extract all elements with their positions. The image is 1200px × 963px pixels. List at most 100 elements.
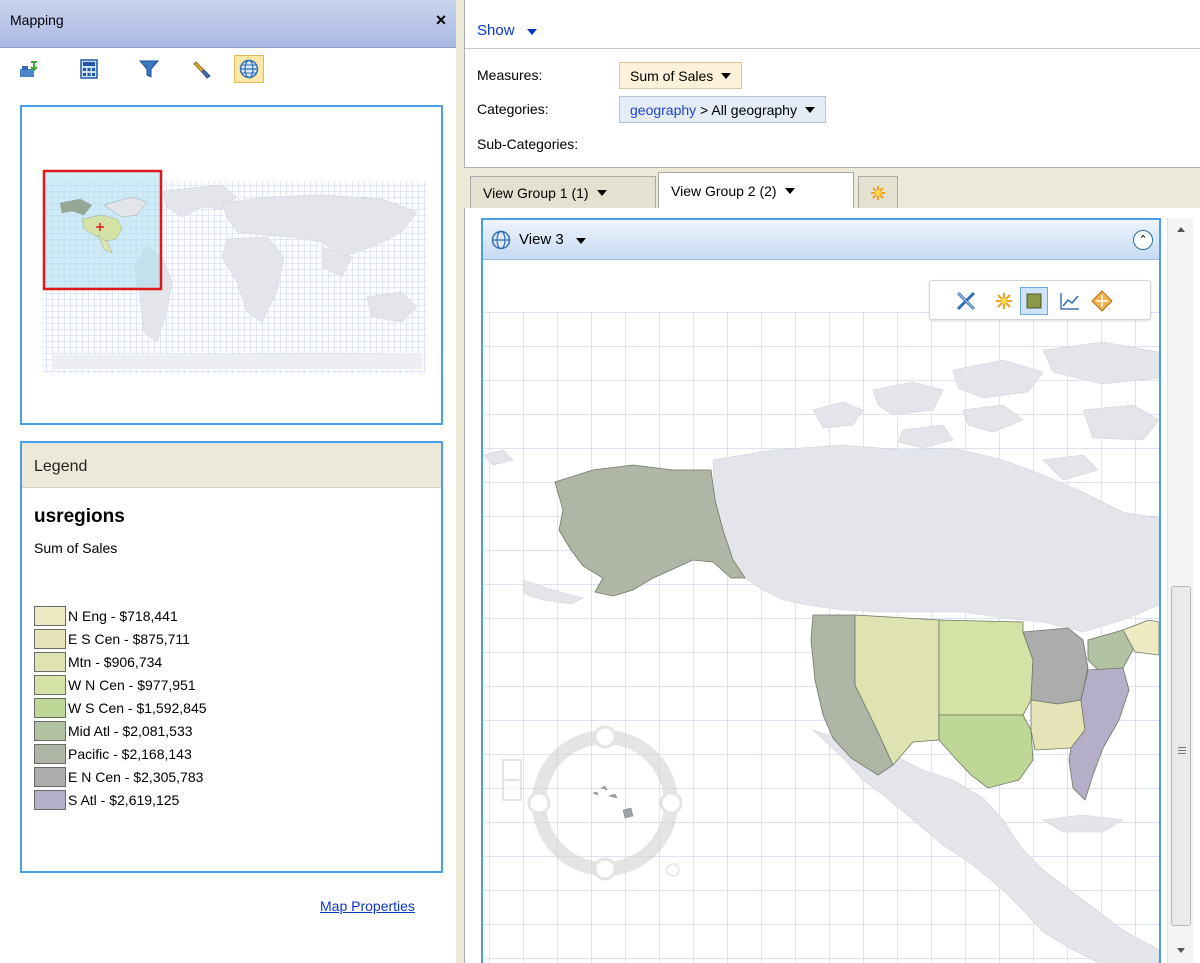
map-properties-link[interactable]: Map Properties [320, 898, 415, 914]
legend-item-label: S Atl - $2,619,125 [68, 791, 180, 808]
legend-swatch [34, 766, 66, 787]
line-chart-tool-button[interactable] [1056, 287, 1084, 315]
legend-swatch [34, 697, 66, 718]
show-dropdown[interactable]: Show [477, 22, 537, 39]
mapping-panel-titlebar: Mapping × [0, 0, 456, 48]
legend-swatch [34, 605, 66, 626]
chevron-down-icon [596, 189, 607, 196]
legend-header: Legend [22, 443, 441, 488]
chevron-down-icon [784, 187, 795, 194]
legend-title: Legend [34, 458, 88, 475]
measures-label: Measures: [477, 67, 543, 83]
new-star-icon [871, 185, 885, 200]
globe-icon [491, 230, 511, 250]
view-3-frame: View 3 ⌃ [481, 218, 1161, 963]
legend-item-label: W S Cen - $1,592,845 [68, 699, 207, 716]
legend-item-label: Mid Atl - $2,081,533 [68, 722, 193, 739]
scroll-down-button[interactable] [1168, 939, 1194, 961]
map-view-button[interactable] [234, 55, 264, 83]
tab-view-group-2[interactable]: View Group 2 (2) [658, 172, 854, 208]
add-tab-button[interactable] [858, 176, 898, 208]
overview-world-map [42, 169, 426, 373]
legend-panel: Legend usregions Sum of Sales N Eng - $7… [20, 441, 443, 873]
legend-swatch [34, 743, 66, 764]
legend-item-label: N Eng - $718,441 [68, 607, 178, 624]
view-header: View 3 ⌃ [483, 220, 1159, 260]
show-label: Show [477, 22, 515, 39]
mapping-toolbar [0, 48, 456, 90]
legend-measure-name: Sum of Sales [34, 540, 118, 556]
legend-item: W S Cen - $1,592,845 [34, 696, 207, 719]
paint-brush-icon [193, 61, 211, 79]
chevron-down-icon [721, 72, 732, 79]
line-chart-icon [1060, 293, 1079, 310]
calculator-button[interactable] [74, 55, 104, 83]
scroll-up-button[interactable] [1168, 218, 1194, 240]
categories-dropdown[interactable]: geography > All geography [619, 96, 826, 123]
collapse-view-button[interactable]: ⌃ [1133, 230, 1153, 250]
legend-swatch [34, 789, 66, 810]
legend-items: N Eng - $718,441 E S Cen - $875,711 Mtn … [34, 604, 207, 811]
tab-view-group-1[interactable]: View Group 1 (1) [470, 176, 656, 208]
scroll-grip [1178, 747, 1186, 748]
vertical-scrollbar[interactable] [1167, 218, 1193, 963]
chevron-down-icon [575, 238, 586, 244]
legend-item: Pacific - $2,168,143 [34, 742, 207, 765]
categories-label: Categories: [477, 101, 549, 117]
legend-item: W N Cen - $977,951 [34, 673, 207, 696]
burst-icon [996, 293, 1012, 309]
measures-dropdown[interactable]: Sum of Sales [619, 62, 743, 89]
scroll-thumb[interactable] [1171, 586, 1191, 926]
region-map [483, 312, 1159, 963]
legend-item-label: W N Cen - $977,951 [68, 676, 196, 693]
legend-swatch [34, 720, 66, 741]
pan-diamond-icon [1091, 290, 1113, 312]
subcategories-label: Sub-Categories: [477, 136, 579, 152]
measures-value: Sum of Sales [630, 67, 714, 84]
import-data-button[interactable] [14, 55, 44, 83]
view-title-dropdown[interactable]: View 3 [519, 231, 586, 248]
categories-geography-link[interactable]: geography [630, 102, 696, 118]
import-data-icon [20, 61, 38, 77]
burst-tool-button[interactable] [990, 287, 1018, 315]
tab-label: View Group 2 (2) [671, 182, 777, 199]
divider [465, 48, 1200, 49]
view-group-tabs: View Group 1 (1) View Group 2 (2) [464, 168, 1200, 208]
map-canvas[interactable] [483, 260, 1159, 963]
legend-item-label: Mtn - $906,734 [68, 653, 163, 670]
pan-tool-button[interactable] [1088, 287, 1116, 315]
legend-layer-name: usregions [34, 506, 125, 527]
globe-icon [239, 59, 259, 79]
view-area: View 3 ⌃ [464, 208, 1200, 963]
panel-title: Mapping [10, 12, 64, 28]
legend-item-label: Pacific - $2,168,143 [68, 745, 192, 762]
mapping-panel: Mapping × Legend usregions Sum of Sales … [0, 0, 456, 963]
tab-label: View Group 1 (1) [483, 184, 589, 201]
legend-swatch [34, 628, 66, 649]
scroll-up-icon [1177, 226, 1185, 232]
legend-swatch [34, 674, 66, 695]
legend-item: Mtn - $906,734 [34, 650, 207, 673]
chevron-down-icon [804, 106, 815, 113]
calculator-icon [80, 59, 98, 79]
close-panel-button[interactable]: × [432, 10, 450, 30]
filter-icon [139, 60, 159, 78]
categories-path: > All geography [696, 101, 797, 118]
select-tool-icon [956, 291, 976, 311]
legend-item-label: E S Cen - $875,711 [68, 630, 190, 647]
legend-swatch [34, 651, 66, 672]
fill-tool-button[interactable] [1020, 287, 1048, 315]
legend-item: Mid Atl - $2,081,533 [34, 719, 207, 742]
overview-map[interactable] [20, 105, 443, 425]
panel-splitter[interactable] [456, 0, 464, 963]
view-title: View 3 [519, 231, 564, 248]
map-toolbar [929, 280, 1151, 320]
select-tool-button[interactable] [952, 287, 980, 315]
paint-brush-button[interactable] [188, 55, 218, 83]
filter-button[interactable] [134, 55, 164, 83]
legend-item: N Eng - $718,441 [34, 604, 207, 627]
legend-item: E N Cen - $2,305,783 [34, 765, 207, 788]
legend-item: E S Cen - $875,711 [34, 627, 207, 650]
legend-item: S Atl - $2,619,125 [34, 788, 207, 811]
scroll-down-icon [1177, 947, 1185, 953]
